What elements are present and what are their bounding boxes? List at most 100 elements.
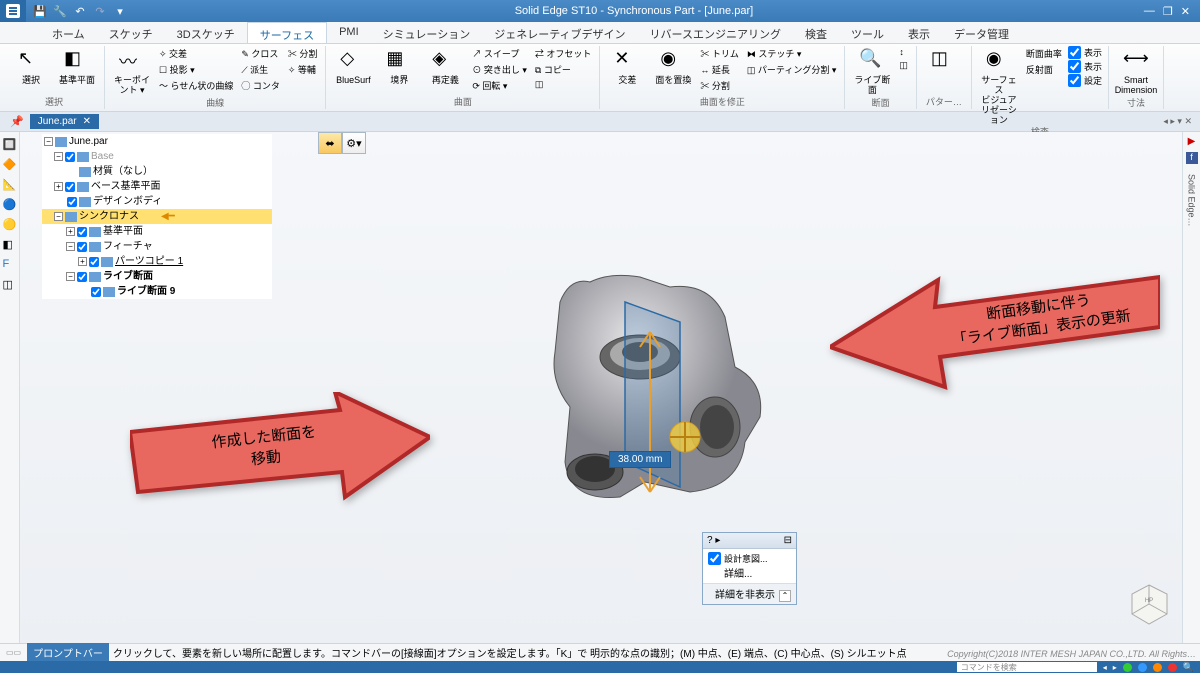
nav-icon[interactable]: ▸	[1113, 663, 1117, 672]
ribbon-button[interactable]: ◧基準平面	[56, 46, 98, 86]
ribbon-button[interactable]: 〰キーポイント ▾	[111, 46, 153, 96]
close-tab-icon[interactable]: ✕	[83, 116, 91, 127]
ribbon-small-button[interactable]: ↔ 延長	[698, 62, 741, 77]
tool-icon[interactable]: 🟡	[3, 218, 17, 232]
ribbon-small-button[interactable]: ✂ 分割	[698, 78, 741, 93]
visibility-checkbox[interactable]	[65, 152, 75, 162]
tool-icon[interactable]: 📐	[3, 178, 17, 192]
tree-node[interactable]: −シンクロナス◀━	[42, 209, 272, 224]
ribbon-tab[interactable]: シミュレーション	[371, 22, 483, 43]
ribbon-button[interactable]: 🔍ライブ断面	[851, 46, 893, 96]
visibility-checkbox[interactable]	[65, 182, 75, 192]
view-cube[interactable]: HP	[1127, 582, 1172, 627]
tool-icon[interactable]: 🔶	[3, 158, 17, 172]
redo-icon[interactable]: ↷	[92, 3, 108, 19]
restore-button[interactable]: ❐	[1163, 5, 1173, 18]
ribbon-tab[interactable]: スケッチ	[97, 22, 165, 43]
design-intent-checkbox[interactable]: 設計意図...	[708, 552, 791, 565]
expander-icon[interactable]: −	[54, 152, 63, 161]
ribbon-tab[interactable]: 表示	[896, 22, 942, 43]
ribbon-small-button[interactable]: 〜 らせん状の曲線	[157, 78, 235, 93]
ribbon-small-button[interactable]: ◫	[533, 78, 594, 91]
ribbon-small-button[interactable]: ✧ 等輔	[286, 62, 320, 77]
ribbon-tab[interactable]: リバースエンジニアリング	[638, 22, 793, 43]
tree-node[interactable]: +パーツコピー 1	[42, 254, 272, 269]
minimize-button[interactable]: —	[1144, 5, 1155, 18]
ribbon-small-button[interactable]: ☐ 投影 ▾	[157, 62, 235, 77]
ribbon-button[interactable]: ✕交差	[606, 46, 648, 86]
visibility-checkbox[interactable]	[77, 272, 87, 282]
ribbon-small-button[interactable]: ⧓ ステッチ ▾	[745, 46, 838, 61]
save-icon[interactable]: 💾	[32, 3, 48, 19]
tool-icon[interactable]: 🔵	[3, 198, 17, 212]
ribbon-tab[interactable]: ホーム	[40, 22, 97, 43]
ribbon-small-button[interactable]: ⧉ コピー	[533, 62, 594, 77]
tree-node[interactable]: −June.par	[42, 134, 272, 149]
ribbon-small-button[interactable]: ↗ スイープ	[470, 46, 529, 61]
tree-node[interactable]: 材質（なし）	[42, 164, 272, 179]
expander-icon[interactable]: +	[54, 182, 63, 191]
ribbon-small-button[interactable]: ◫	[897, 59, 910, 72]
document-tab[interactable]: June.par✕	[30, 114, 99, 129]
ribbon-small-button[interactable]: ⇄ オフセット	[533, 46, 594, 61]
visibility-checkbox[interactable]	[77, 242, 87, 252]
dimension-value[interactable]: 38.00 mm	[609, 451, 671, 468]
ribbon-tab[interactable]: データ管理	[942, 22, 1021, 43]
tree-node[interactable]: デザインボディ	[42, 194, 272, 209]
facebook-icon[interactable]: f	[1186, 152, 1198, 164]
zoom-icon[interactable]: 🔍	[1183, 662, 1194, 673]
visibility-checkbox[interactable]	[91, 287, 101, 297]
panel-header[interactable]: ? ▸⊟	[703, 533, 796, 549]
options-button[interactable]: ⚙▾	[342, 132, 366, 154]
tool-icon[interactable]: ◧	[3, 238, 17, 252]
expander-icon[interactable]: −	[54, 212, 63, 221]
tool-icon[interactable]: 🔧	[52, 3, 68, 19]
ribbon-small-button[interactable]: ⟳ 回転 ▾	[470, 78, 529, 93]
status-dot[interactable]	[1168, 663, 1177, 672]
tree-node[interactable]: +ベース基準平面	[42, 179, 272, 194]
expander-icon[interactable]: +	[66, 227, 75, 236]
detail-link[interactable]: 詳細...	[708, 565, 791, 580]
ribbon-tab[interactable]: 3Dスケッチ	[165, 22, 247, 43]
ribbon-button[interactable]: ◉サーフェスビジュアリゼーション	[978, 46, 1020, 125]
hide-details-button[interactable]: 詳細を非表示	[715, 590, 775, 601]
move-tool-button[interactable]: ⬌	[318, 132, 342, 154]
tree-node[interactable]: −ライブ断面	[42, 269, 272, 284]
tree-node[interactable]: −フィーチャ	[42, 239, 272, 254]
nav-icon[interactable]: ◂	[1103, 663, 1107, 672]
visibility-checkbox[interactable]	[67, 197, 77, 207]
ribbon-tab[interactable]: PMI	[327, 22, 371, 43]
tree-node[interactable]: ライブ断面 9	[42, 284, 272, 299]
ribbon-small-button[interactable]: ✎ クロス	[239, 46, 282, 61]
pin-icon[interactable]: 📌	[10, 115, 24, 128]
ribbon-small-button[interactable]: ◫ パーティング分割 ▾	[745, 62, 838, 77]
status-dot[interactable]	[1153, 663, 1162, 672]
ribbon-button[interactable]: ▦境界	[378, 46, 420, 86]
ribbon-button[interactable]: ◇BlueSurf	[332, 46, 374, 86]
ribbon-button[interactable]: ⟷SmartDimension	[1115, 46, 1157, 96]
visibility-checkbox[interactable]	[77, 227, 87, 237]
ribbon-small-button[interactable]: ↕	[897, 46, 910, 58]
viewport-3d[interactable]: −June.par−Base材質（なし）+ベース基準平面デザインボディ−シンクロ…	[20, 132, 1200, 655]
ribbon-button[interactable]: ◫	[923, 46, 965, 76]
ribbon-button[interactable]: ◉面を置換	[652, 46, 694, 86]
status-dot[interactable]	[1138, 663, 1147, 672]
command-search-input[interactable]: コマンドを検索	[957, 662, 1097, 672]
ribbon-small-button[interactable]: ◯ コンタ	[239, 78, 282, 93]
ribbon-button[interactable]: ◈再定義	[424, 46, 466, 86]
tab-nav[interactable]: ◂ ▸ ▾ ✕	[1163, 116, 1200, 127]
ribbon-small-button[interactable]: ✧ 交差	[157, 46, 235, 61]
ribbon-checkbox[interactable]: 表示	[1068, 46, 1102, 59]
collapse-icon[interactable]: ⌃	[779, 590, 791, 602]
undo-icon[interactable]: ↶	[72, 3, 88, 19]
expander-icon[interactable]: −	[66, 272, 75, 281]
tree-node[interactable]: −Base	[42, 149, 272, 164]
ribbon-checkbox[interactable]: 設定	[1068, 74, 1102, 87]
tool-icon[interactable]: ◫	[3, 278, 17, 292]
visibility-checkbox[interactable]	[89, 257, 99, 267]
close-button[interactable]: ✕	[1181, 5, 1190, 18]
ribbon-small-button[interactable]: ✂ 分割	[286, 46, 320, 61]
ribbon-small-button[interactable]: ⊙ 突き出し ▾	[470, 62, 529, 77]
expander-icon[interactable]: −	[66, 242, 75, 251]
ribbon-tab[interactable]: ジェネレーティブデザイン	[482, 22, 637, 43]
